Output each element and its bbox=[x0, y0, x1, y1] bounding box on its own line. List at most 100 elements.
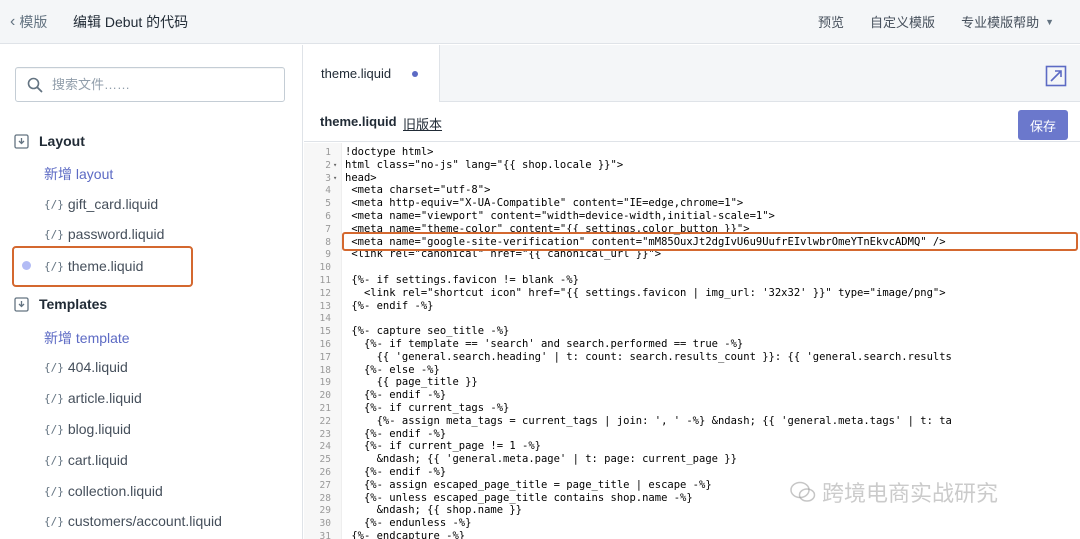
code-text: {{ page_title }} bbox=[345, 376, 478, 389]
folder-download-icon bbox=[14, 296, 29, 312]
code-file-icon: {/} bbox=[44, 453, 64, 467]
code-line: 4 <meta charset="utf-8"> bbox=[304, 184, 1080, 197]
file-gift-card[interactable]: {/} gift_card.liquid bbox=[44, 196, 158, 212]
line-number: 12 bbox=[319, 287, 331, 299]
line-number: 30 bbox=[319, 518, 331, 530]
file-sidebar: Layout 新增 layout {/} gift_card.liquid {/… bbox=[0, 45, 303, 539]
code-line: 14 bbox=[304, 312, 1080, 325]
file-name: 404.liquid bbox=[67, 359, 128, 375]
code-line: 31 {%- endcapture -%} bbox=[304, 530, 1080, 539]
file-name: gift_card.liquid bbox=[67, 196, 159, 212]
code-text: {%- capture seo_title -%} bbox=[345, 325, 510, 338]
watermark: 跨境电商实战研究 bbox=[790, 476, 998, 508]
code-line: 22 {%- assign meta_tags = current_tags |… bbox=[304, 415, 1080, 428]
expand-icon[interactable] bbox=[1045, 65, 1067, 87]
code-line: 2 ▾ html class="no-js" lang="{{ shop.local… bbox=[304, 159, 1080, 172]
code-line: 20 {%- endif -%} bbox=[304, 389, 1080, 402]
customize-theme-link[interactable]: 自定义模版 bbox=[870, 12, 935, 31]
code-line: 25 &ndash; {{ 'general.meta.page' | t: p… bbox=[304, 453, 1080, 466]
preview-link[interactable]: 预览 bbox=[818, 12, 844, 31]
code-text: {%- unless escaped_page_title contains s… bbox=[345, 491, 693, 504]
wechat-icon bbox=[790, 481, 816, 502]
page-title: 编辑 Debut 的代码 bbox=[73, 14, 189, 30]
code-line: 18 {%- else -%} bbox=[304, 364, 1080, 377]
code-line: 3 ▾ head> bbox=[304, 172, 1080, 185]
caret-down-icon: ▼ bbox=[1045, 16, 1054, 27]
code-text: {%- endif -%} bbox=[345, 466, 447, 478]
file-cart[interactable]: {/} cart.liquid bbox=[44, 452, 128, 468]
line-number: 10 bbox=[319, 262, 331, 274]
code-text: &ndash; {{ 'general.meta.page' | t: page… bbox=[345, 453, 737, 466]
add-layout-link[interactable]: 新增 layout bbox=[44, 164, 113, 184]
line-number: 4 bbox=[325, 185, 331, 197]
line-number: 28 bbox=[319, 492, 331, 504]
line-number: 27 bbox=[319, 479, 331, 491]
code-line: 19 {{ page_title }} bbox=[304, 376, 1080, 389]
fold-arrow-icon[interactable]: ▾ bbox=[333, 159, 337, 172]
code-line: 30 {%- endunless -%} bbox=[304, 517, 1080, 530]
file-header: theme.liquid 旧版本 保存 bbox=[304, 102, 1080, 142]
older-versions-link[interactable]: 旧版本 bbox=[403, 114, 442, 133]
code-line: 15 {%- capture seo_title -%} bbox=[304, 325, 1080, 338]
code-text: <meta name="viewport" content="width=dev… bbox=[345, 210, 775, 222]
file-name: cart.liquid bbox=[67, 452, 128, 468]
file-name: customers/account.liquid bbox=[67, 513, 222, 529]
code-file-icon: {/} bbox=[44, 360, 64, 374]
code-line: 23 {%- endif -%} bbox=[304, 428, 1080, 441]
tab-theme-liquid[interactable]: theme.liquid bbox=[304, 45, 440, 102]
section-title: Templates bbox=[39, 296, 108, 312]
code-file-icon: {/} bbox=[44, 227, 64, 241]
chevron-left-icon: ‹ bbox=[10, 13, 16, 30]
code-text: {%- if settings.favicon != blank -%} bbox=[345, 274, 579, 286]
code-text: {%- if template == 'search' and search.p… bbox=[345, 338, 744, 350]
line-number: 29 bbox=[319, 505, 331, 517]
line-number: 23 bbox=[319, 428, 331, 440]
file-blog[interactable]: {/} blog.liquid bbox=[44, 421, 131, 437]
file-name: password.liquid bbox=[67, 226, 165, 242]
add-template-link[interactable]: 新增 template bbox=[44, 328, 130, 348]
code-text: <meta charset="utf-8"> bbox=[345, 184, 491, 197]
section-title: Layout bbox=[39, 133, 85, 149]
search-input[interactable] bbox=[52, 68, 272, 101]
line-number: 8 bbox=[325, 236, 331, 248]
code-text: {%- endunless -%} bbox=[345, 517, 472, 530]
section-templates[interactable]: Templates bbox=[14, 296, 107, 312]
file-name: article.liquid bbox=[67, 390, 142, 406]
code-text: {%- if current_page != 1 -%} bbox=[345, 440, 541, 453]
folder-download-icon bbox=[14, 133, 29, 149]
file-password[interactable]: {/} password.liquid bbox=[44, 226, 164, 242]
expert-help-menu[interactable]: 专业模版帮助 ▼ bbox=[961, 12, 1054, 31]
file-theme[interactable]: {/} theme.liquid bbox=[44, 258, 143, 274]
code-text: {%- endif -%} bbox=[345, 299, 434, 312]
top-links: 预览 自定义模版 专业模版帮助 ▼ bbox=[818, 12, 1054, 31]
line-number: 25 bbox=[319, 454, 331, 466]
file-404[interactable]: {/} 404.liquid bbox=[44, 359, 128, 375]
code-line: 13 {%- endif -%} bbox=[304, 300, 1080, 313]
back-link[interactable]: ‹ 模版 bbox=[10, 12, 47, 32]
line-number: 7 bbox=[325, 223, 331, 235]
watermark-text: 跨境电商实战研究 bbox=[822, 481, 999, 506]
tab-bar: theme.liquid bbox=[304, 45, 1080, 102]
fold-arrow-icon[interactable]: ▾ bbox=[333, 172, 337, 185]
file-article[interactable]: {/} article.liquid bbox=[44, 390, 142, 406]
code-text: {%- endif -%} bbox=[345, 389, 447, 402]
code-line: 16 {%- if template == 'search' and searc… bbox=[304, 338, 1080, 351]
code-text: &ndash; {{ shop.name }} bbox=[345, 504, 523, 517]
code-text: head> bbox=[345, 171, 377, 184]
current-file-name: theme.liquid bbox=[320, 114, 397, 129]
code-file-icon: {/} bbox=[44, 422, 64, 436]
line-number: 5 bbox=[325, 198, 331, 210]
line-number: 6 bbox=[325, 211, 331, 222]
line-number: 31 bbox=[319, 531, 331, 539]
code-text: html class="no-js" lang="{{ shop.locale … bbox=[345, 158, 624, 171]
code-text: {%- assign escaped_page_title = page_tit… bbox=[345, 478, 712, 491]
code-text: {%- assign meta_tags = current_tags | jo… bbox=[345, 414, 952, 427]
file-customers-account[interactable]: {/} customers/account.liquid bbox=[44, 513, 222, 529]
save-button[interactable]: 保存 bbox=[1018, 110, 1068, 140]
line-number: 9 bbox=[325, 249, 331, 261]
line-number: 19 bbox=[319, 377, 331, 389]
editor-panel: theme.liquid theme.liquid 旧版本 保存 1 !docty… bbox=[304, 45, 1080, 539]
code-text: <link rel="shortcut icon" href="{{ setti… bbox=[345, 286, 946, 299]
section-layout[interactable]: Layout bbox=[14, 133, 85, 149]
file-collection[interactable]: {/} collection.liquid bbox=[44, 483, 163, 499]
